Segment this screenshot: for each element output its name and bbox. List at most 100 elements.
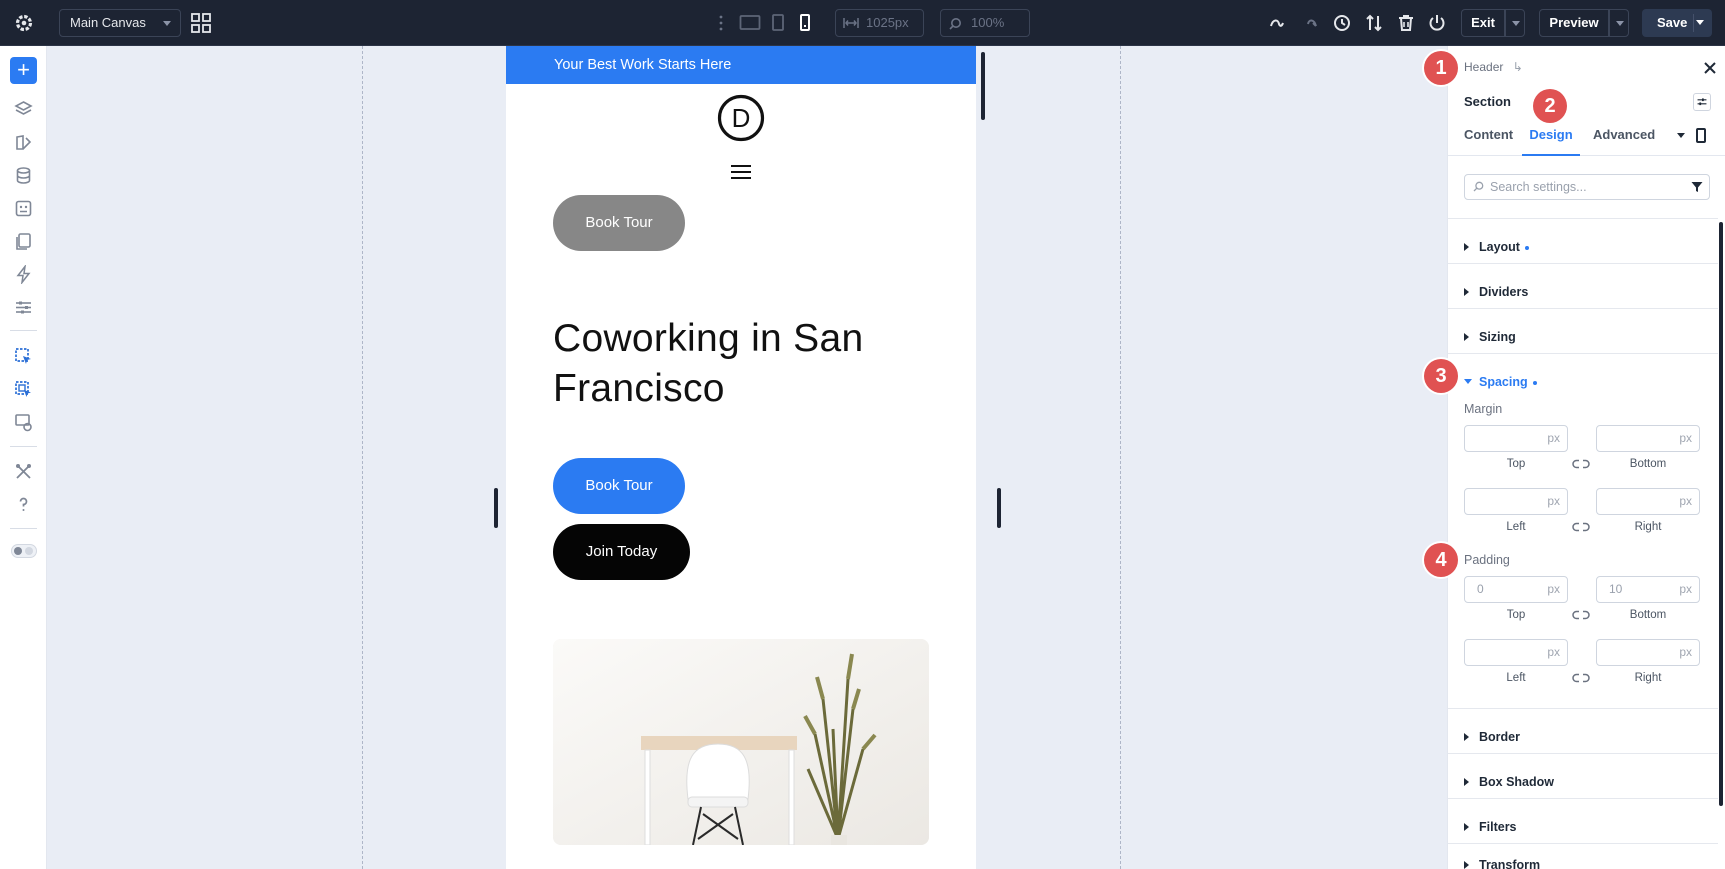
page-preview: Your Best Work Starts Here D Book Tour C… xyxy=(506,46,976,869)
responsive-view-icon[interactable] xyxy=(14,413,33,432)
select-element-icon[interactable] xyxy=(14,347,33,366)
padding-top-input[interactable]: 0 px xyxy=(1464,576,1568,603)
caret-right-icon xyxy=(1464,733,1469,741)
unit-label: px xyxy=(1679,645,1692,659)
settings-tabs: Content Design Advanced xyxy=(1448,122,1725,156)
link-values-icon[interactable] xyxy=(1572,673,1590,683)
sort-arrows-icon[interactable] xyxy=(1364,13,1384,33)
panel-scrollbar[interactable] xyxy=(1719,222,1723,806)
redo-icon[interactable] xyxy=(1300,13,1320,33)
more-vertical-icon[interactable] xyxy=(719,14,723,32)
margin-bottom-caption: Bottom xyxy=(1629,458,1667,470)
width-arrows-icon xyxy=(843,18,859,28)
preview-menu-chevron-down-icon[interactable] xyxy=(1609,9,1629,37)
presets-icon[interactable] xyxy=(14,199,33,218)
box-shadow-group-label: Box Shadow xyxy=(1479,775,1555,789)
link-values-icon[interactable] xyxy=(1572,610,1590,620)
transform-group-label: Transform xyxy=(1479,858,1541,869)
link-values-icon[interactable] xyxy=(1572,522,1590,532)
settings-gear-icon[interactable] xyxy=(12,11,36,35)
tab-content[interactable]: Content xyxy=(1464,122,1514,156)
header-banner[interactable]: Your Best Work Starts Here xyxy=(506,46,976,84)
divider xyxy=(1448,843,1718,844)
tablet-view-icon[interactable] xyxy=(771,13,785,33)
padding-right-input[interactable]: px xyxy=(1596,639,1700,666)
breadcrumb-arrow-icon: ↳ xyxy=(1512,60,1523,74)
tools-icon[interactable] xyxy=(14,462,33,481)
theme-builder-icon[interactable] xyxy=(14,133,33,152)
tab-design[interactable]: Design xyxy=(1522,122,1580,156)
close-icon[interactable] xyxy=(1703,61,1717,75)
unit-label: px xyxy=(1679,582,1692,596)
help-icon[interactable] xyxy=(14,495,33,514)
padding-top-caption: Top xyxy=(1506,609,1526,621)
margin-top-input[interactable]: px xyxy=(1464,425,1568,452)
module-options-icon[interactable] xyxy=(1693,93,1711,111)
layers-icon[interactable] xyxy=(14,100,33,119)
divider xyxy=(1448,708,1718,709)
padding-right-caption: Right xyxy=(1634,672,1662,684)
header-book-tour-button[interactable]: Book Tour xyxy=(553,195,685,251)
exit-menu-chevron-down-icon[interactable] xyxy=(1505,9,1525,37)
desktop-view-icon[interactable] xyxy=(739,13,761,33)
left-sidebar: + xyxy=(0,46,47,869)
breadcrumb[interactable]: Header ↳ xyxy=(1464,60,1523,74)
join-today-button[interactable]: Join Today xyxy=(553,524,690,580)
exit-button[interactable]: Exit xyxy=(1461,9,1505,37)
settings-search-input[interactable]: Search settings... xyxy=(1464,174,1710,200)
save-label: Save xyxy=(1657,15,1688,30)
margin-right-input[interactable]: px xyxy=(1596,488,1700,515)
history-clock-icon[interactable] xyxy=(1332,13,1352,33)
undo-icon[interactable] xyxy=(1267,13,1287,33)
sidebar-divider xyxy=(10,446,37,447)
padding-left-input[interactable]: px xyxy=(1464,639,1568,666)
padding-bottom-caption: Bottom xyxy=(1629,609,1667,621)
tab-advanced[interactable]: Advanced xyxy=(1593,122,1657,156)
phone-breakpoint-icon[interactable] xyxy=(1696,128,1706,143)
add-element-button[interactable]: + xyxy=(10,57,37,84)
breadcrumb-parent: Header xyxy=(1464,60,1504,74)
book-tour-button[interactable]: Book Tour xyxy=(553,458,685,514)
trash-icon[interactable] xyxy=(1396,13,1416,33)
padding-bottom-input[interactable]: 10 px xyxy=(1596,576,1700,603)
link-values-icon[interactable] xyxy=(1572,459,1590,469)
caret-right-icon xyxy=(1464,288,1469,296)
dividers-group-label: Dividers xyxy=(1479,285,1529,299)
margin-bottom-input[interactable]: px xyxy=(1596,425,1700,452)
caret-right-icon xyxy=(1464,243,1469,251)
padding-left-caption: Left xyxy=(1506,672,1526,684)
preview-button[interactable]: Preview xyxy=(1539,9,1609,37)
step-badge-2: 2 xyxy=(1533,89,1567,123)
lightning-icon[interactable] xyxy=(14,265,33,284)
sliders-icon[interactable] xyxy=(14,298,33,317)
logo-icon[interactable]: D xyxy=(717,94,765,142)
logo-letter: D xyxy=(732,103,751,133)
canvas-select[interactable]: Main Canvas xyxy=(59,9,181,37)
hamburger-menu-icon[interactable] xyxy=(730,164,752,180)
resize-handle-left[interactable] xyxy=(494,488,498,528)
margin-left-input[interactable]: px xyxy=(1464,488,1568,515)
layout-grid-icon[interactable] xyxy=(191,13,211,33)
database-icon[interactable] xyxy=(14,166,33,185)
top-toolbar: Main Canvas 1025px 100% Exit Preview Sav… xyxy=(0,0,1725,46)
divider xyxy=(1448,263,1718,264)
canvas-select-value: Main Canvas xyxy=(70,15,146,30)
power-icon[interactable] xyxy=(1427,13,1447,33)
resize-handle-right[interactable] xyxy=(997,488,1001,528)
pages-icon[interactable] xyxy=(14,232,33,251)
margin-left-caption: Left xyxy=(1506,521,1526,533)
chevron-down-icon xyxy=(163,21,171,26)
search-placeholder: Search settings... xyxy=(1490,180,1587,194)
zoom-field[interactable]: 100% xyxy=(940,9,1030,37)
multi-select-icon[interactable] xyxy=(14,380,33,399)
filter-icon[interactable] xyxy=(1691,181,1703,193)
save-button[interactable]: Save xyxy=(1642,9,1712,37)
canvas-width-field[interactable]: 1025px xyxy=(835,9,924,37)
theme-toggle-icon[interactable] xyxy=(11,544,37,558)
tabs-more-chevron-down-icon[interactable] xyxy=(1677,133,1685,138)
phone-view-icon[interactable] xyxy=(799,13,811,33)
unit-label: px xyxy=(1547,582,1560,596)
margin-right-caption: Right xyxy=(1634,521,1662,533)
caret-right-icon xyxy=(1464,778,1469,786)
page-scrollbar[interactable] xyxy=(981,52,985,120)
